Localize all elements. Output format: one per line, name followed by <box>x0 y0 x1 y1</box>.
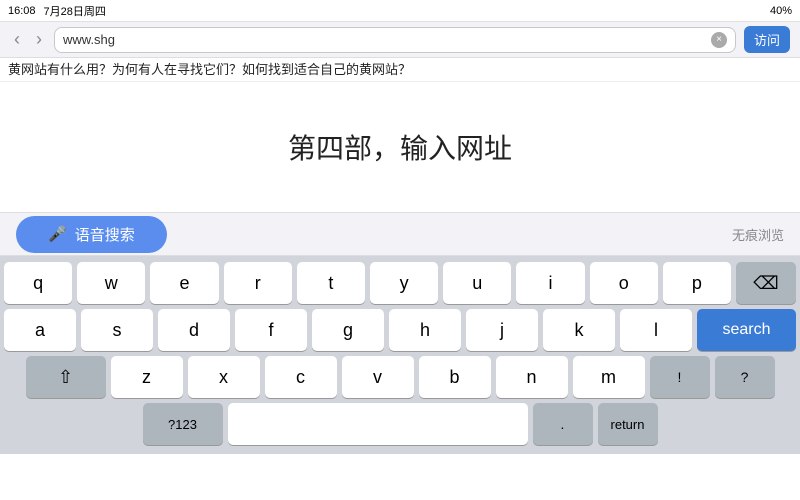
key-m[interactable]: m <box>573 356 645 398</box>
key-h[interactable]: h <box>389 309 461 351</box>
battery-display: 40% <box>770 5 792 17</box>
key-y[interactable]: y <box>370 262 438 304</box>
backspace-key[interactable]: ⌫ <box>736 262 796 304</box>
keyboard-row-3: ⇧ z x c v b n m ! ? <box>4 356 796 398</box>
url-text: www.shg <box>63 32 115 47</box>
key-p[interactable]: p <box>663 262 731 304</box>
key-r[interactable]: r <box>224 262 292 304</box>
keyboard: q w e r t y u i o p ⌫ a s d f g h j k l … <box>0 256 800 454</box>
key-x[interactable]: x <box>188 356 260 398</box>
microphone-icon: 🎤 <box>48 225 67 243</box>
shift-key[interactable]: ⇧ <box>26 356 106 398</box>
question-key[interactable]: ? <box>715 356 775 398</box>
key-w[interactable]: w <box>77 262 145 304</box>
status-bar: 16:08 7月28日周四 40% <box>0 0 800 22</box>
key-s[interactable]: s <box>81 309 153 351</box>
status-left: 16:08 7月28日周四 <box>8 3 106 19</box>
exclamation-key[interactable]: ! <box>650 356 710 398</box>
clear-button[interactable]: × <box>711 32 727 48</box>
key-u[interactable]: u <box>443 262 511 304</box>
keyboard-row-1: q w e r t y u i o p ⌫ <box>4 262 796 304</box>
key-t[interactable]: t <box>297 262 365 304</box>
key-g[interactable]: g <box>312 309 384 351</box>
forward-button[interactable]: › <box>32 29 46 50</box>
voice-search-button[interactable]: 🎤 语音搜索 <box>16 216 167 253</box>
period-key[interactable]: . <box>533 403 593 445</box>
visit-button[interactable]: 访问 <box>744 26 790 53</box>
back-button[interactable]: ‹ <box>10 29 24 50</box>
return-key[interactable]: return <box>598 403 658 445</box>
voice-bar: 🎤 语音搜索 无痕浏览 <box>0 212 800 256</box>
key-a[interactable]: a <box>4 309 76 351</box>
key-z[interactable]: z <box>111 356 183 398</box>
key-n[interactable]: n <box>496 356 568 398</box>
key-b[interactable]: b <box>419 356 491 398</box>
key-f[interactable]: f <box>235 309 307 351</box>
key-v[interactable]: v <box>342 356 414 398</box>
key-i[interactable]: i <box>516 262 584 304</box>
key-l[interactable]: l <box>620 309 692 351</box>
address-bar: ‹ › www.shg × 访问 <box>0 22 800 58</box>
key-j[interactable]: j <box>466 309 538 351</box>
keyboard-row-2: a s d f g h j k l search <box>4 309 796 351</box>
section-title: 第四部，输入网址 <box>288 127 512 167</box>
voice-search-label: 语音搜索 <box>75 224 135 245</box>
page-title-scroll: 黄网站有什么用？为何有人在寻找它们？如何找到适合自己的黄网站？ <box>0 58 800 82</box>
key-e[interactable]: e <box>150 262 218 304</box>
space-key[interactable] <box>228 403 528 445</box>
keyboard-row-4: ?123 . return <box>4 403 796 445</box>
incognito-label: 无痕浏览 <box>732 225 784 244</box>
time-display: 16:08 <box>8 5 36 17</box>
search-key[interactable]: search <box>697 309 796 351</box>
url-field[interactable]: www.shg × <box>54 27 736 53</box>
sym-key[interactable]: ?123 <box>143 403 223 445</box>
key-k[interactable]: k <box>543 309 615 351</box>
date-display: 7月28日周四 <box>44 3 106 19</box>
main-content: 第四部，输入网址 <box>0 82 800 212</box>
key-d[interactable]: d <box>158 309 230 351</box>
key-c[interactable]: c <box>265 356 337 398</box>
key-o[interactable]: o <box>590 262 658 304</box>
status-right: 40% <box>770 5 792 17</box>
key-q[interactable]: q <box>4 262 72 304</box>
